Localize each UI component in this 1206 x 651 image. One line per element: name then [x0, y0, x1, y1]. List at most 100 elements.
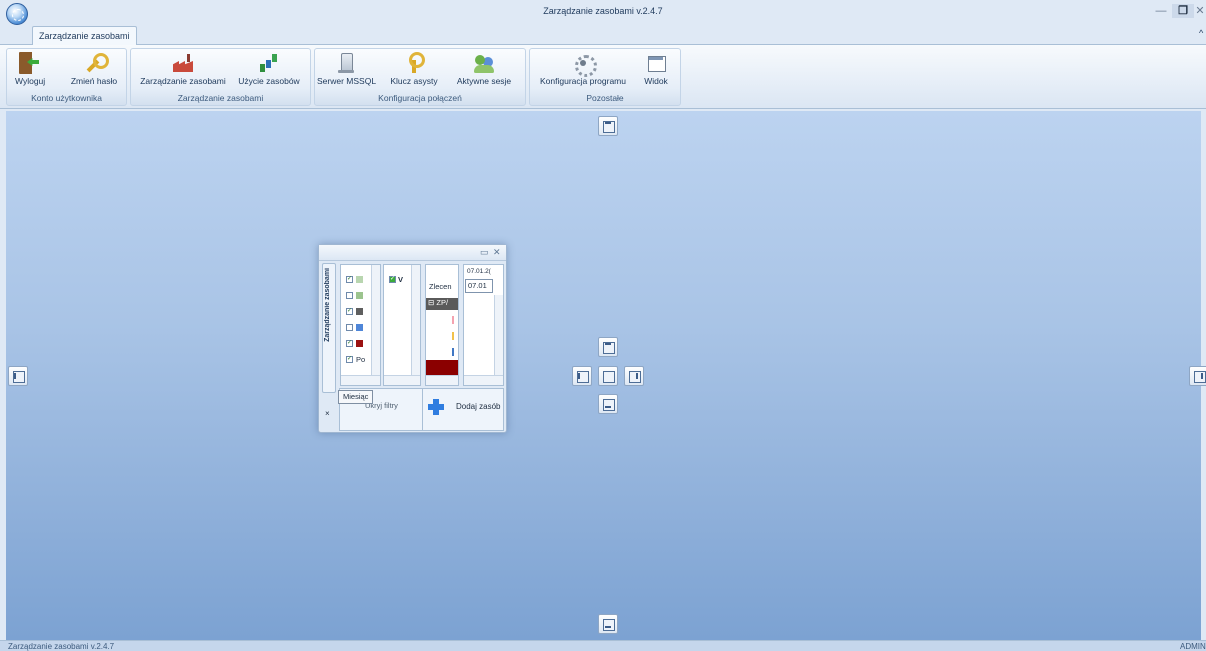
legend-label: V — [398, 275, 404, 284]
dock-top-guide-icon[interactable] — [598, 116, 618, 136]
ribbon-collapse-caret-icon[interactable]: ^ — [1199, 28, 1203, 38]
filter-checkbox[interactable]: ✓ — [346, 356, 353, 363]
vertical-tab-zarzadzanie-zasobami[interactable]: Zarządzanie zasobami — [322, 263, 336, 393]
filter-item-label: Po — [356, 355, 366, 364]
assistance-key-button[interactable]: Klucz asysty — [387, 52, 441, 92]
filter-checkbox[interactable] — [346, 324, 353, 331]
date-input[interactable]: 07.01 — [465, 279, 493, 293]
users-icon — [473, 52, 495, 74]
server-icon — [335, 52, 357, 74]
active-sessions-button[interactable]: Aktywne sesje — [453, 52, 515, 92]
date-grid[interactable]: 07.01.2( 07.01 — [463, 264, 504, 386]
dock-left-guide-icon[interactable] — [8, 366, 28, 386]
pin-button[interactable]: ▭ — [480, 247, 489, 258]
panel-close-button[interactable]: ✕ — [493, 247, 501, 258]
vertical-scrollbar[interactable] — [411, 265, 420, 385]
dock-center-right-guide-icon[interactable] — [624, 366, 644, 386]
dock-center-bottom-guide-icon[interactable] — [598, 394, 618, 414]
tooltip: Miesiąc — [338, 390, 374, 404]
dock-center-left-guide-icon[interactable] — [572, 366, 592, 386]
filter-checkbox[interactable] — [346, 292, 353, 299]
window-title: Zarządzanie zasobami v.2.4.7 — [543, 6, 663, 16]
key-icon — [403, 52, 425, 74]
title-bar: Zarządzanie zasobami v.2.4.7 — ❐ ✕ — [0, 0, 1206, 25]
horizontal-scrollbar[interactable] — [341, 375, 380, 385]
dock-right-guide-icon[interactable] — [1189, 366, 1206, 386]
bar-chart-icon — [258, 52, 280, 74]
vertical-scrollbar[interactable] — [371, 265, 380, 385]
view-label: Widok — [644, 76, 668, 86]
group-label: Zarządzanie zasobami — [177, 93, 264, 103]
manage-resources-label: Zarządzanie zasobami — [140, 76, 226, 86]
filter-checkbox[interactable]: ✓ — [346, 276, 353, 283]
color-swatch — [356, 324, 363, 331]
close-filters-icon[interactable]: × — [325, 409, 330, 418]
filter-checkbox[interactable]: ✓ — [346, 308, 353, 315]
restore-button[interactable]: ❐ — [1172, 4, 1194, 18]
mssql-server-button[interactable]: Serwer MSSQL — [317, 52, 377, 92]
color-swatch — [356, 276, 363, 283]
horizontal-scrollbar[interactable] — [426, 375, 458, 385]
dock-center-top-guide-icon[interactable] — [598, 337, 618, 357]
minimize-button[interactable]: — — [1150, 4, 1172, 18]
orders-group-row[interactable]: ⊟ ZP/ — [426, 298, 458, 310]
orders-grid[interactable]: Zlecen ⊟ ZP/ — [425, 264, 459, 386]
logout-button[interactable]: Wyloguj — [15, 52, 45, 92]
add-resource-button[interactable]: Dodaj zasób — [456, 402, 500, 411]
filter-list[interactable]: ✓ ✓ ✓ ✓ Po — [340, 264, 381, 386]
color-swatch — [356, 340, 363, 347]
key-icon — [83, 52, 109, 74]
horizontal-scrollbar[interactable] — [464, 375, 503, 385]
gear-icon — [572, 52, 597, 77]
mssql-server-label: Serwer MSSQL — [317, 76, 377, 86]
legend-column[interactable]: ✓ V — [383, 264, 421, 386]
ribbon-tab-row: Zarządzanie zasobami ^ — [0, 24, 1206, 46]
group-zarzadzanie-zasobami: Zarządzanie zasobami Użycie zasobów Zarz… — [130, 48, 311, 106]
logout-label: Wyloguj — [15, 76, 46, 86]
color-swatch — [356, 308, 363, 315]
floating-resource-panel[interactable]: ▭ ✕ Zarządzanie zasobami ✓ ✓ ✓ ✓ Po ✓ V … — [318, 244, 507, 433]
program-settings-button[interactable]: Konfiguracja programu — [536, 52, 630, 92]
group-label: Konto użytkownika — [31, 93, 102, 103]
status-block — [426, 360, 458, 376]
legend-checkbox[interactable]: ✓ — [389, 276, 396, 283]
factory-icon — [172, 52, 194, 74]
change-password-label: Zmień hasło — [70, 76, 118, 86]
status-version-text: Zarządzanie zasobami v.2.4.7 — [8, 642, 115, 651]
resource-usage-label: Użycie zasobów — [238, 76, 300, 86]
resource-usage-button[interactable]: Użycie zasobów — [231, 52, 307, 92]
change-password-button[interactable]: Zmień hasło — [65, 52, 123, 92]
orders-header: Zlecen — [429, 282, 452, 291]
group-label: Pozostałe — [586, 93, 624, 103]
app-menu-orb-icon[interactable] — [6, 3, 28, 25]
filter-checkbox[interactable]: ✓ — [346, 340, 353, 347]
tab-zarzadzanie-zasobami[interactable]: Zarządzanie zasobami — [32, 26, 137, 46]
status-marker — [452, 332, 454, 340]
panel-header[interactable]: ▭ ✕ — [319, 245, 506, 261]
assistance-key-label: Klucz asysty — [390, 76, 438, 86]
status-user-text: ADMIN — [1180, 642, 1206, 651]
color-swatch — [356, 292, 363, 299]
vertical-scrollbar[interactable] — [494, 295, 503, 377]
group-label: Konfiguracja połączeń — [378, 93, 462, 103]
window-icon — [645, 52, 667, 74]
logout-door-icon — [19, 52, 41, 74]
group-konfiguracja-polaczen: Serwer MSSQL Klucz asysty Aktywne sesje … — [314, 48, 526, 106]
group-konto-uzytkownika: Wyloguj Zmień hasło Konto użytkownika — [6, 48, 127, 106]
add-icon[interactable] — [428, 399, 444, 415]
dock-bottom-guide-icon[interactable] — [598, 614, 618, 634]
status-bar: Zarządzanie zasobami v.2.4.7 ADMIN — [0, 640, 1206, 651]
ribbon: Wyloguj Zmień hasło Konto użytkownika Za… — [0, 45, 1206, 109]
close-button[interactable]: ✕ — [1194, 4, 1206, 18]
status-marker — [452, 316, 454, 324]
view-button[interactable]: Widok — [640, 52, 672, 92]
divider — [422, 389, 423, 430]
active-sessions-label: Aktywne sesje — [456, 76, 512, 86]
program-settings-label: Konfiguracja programu — [540, 76, 626, 86]
vertical-tab-label: Zarządzanie zasobami — [324, 268, 331, 342]
date-header: 07.01.2( — [467, 268, 491, 275]
horizontal-scrollbar[interactable] — [384, 375, 420, 385]
dock-center-fill-guide-icon[interactable] — [598, 366, 618, 386]
group-pozostale: Konfiguracja programu Widok Pozostałe — [529, 48, 681, 106]
manage-resources-button[interactable]: Zarządzanie zasobami — [137, 52, 229, 92]
